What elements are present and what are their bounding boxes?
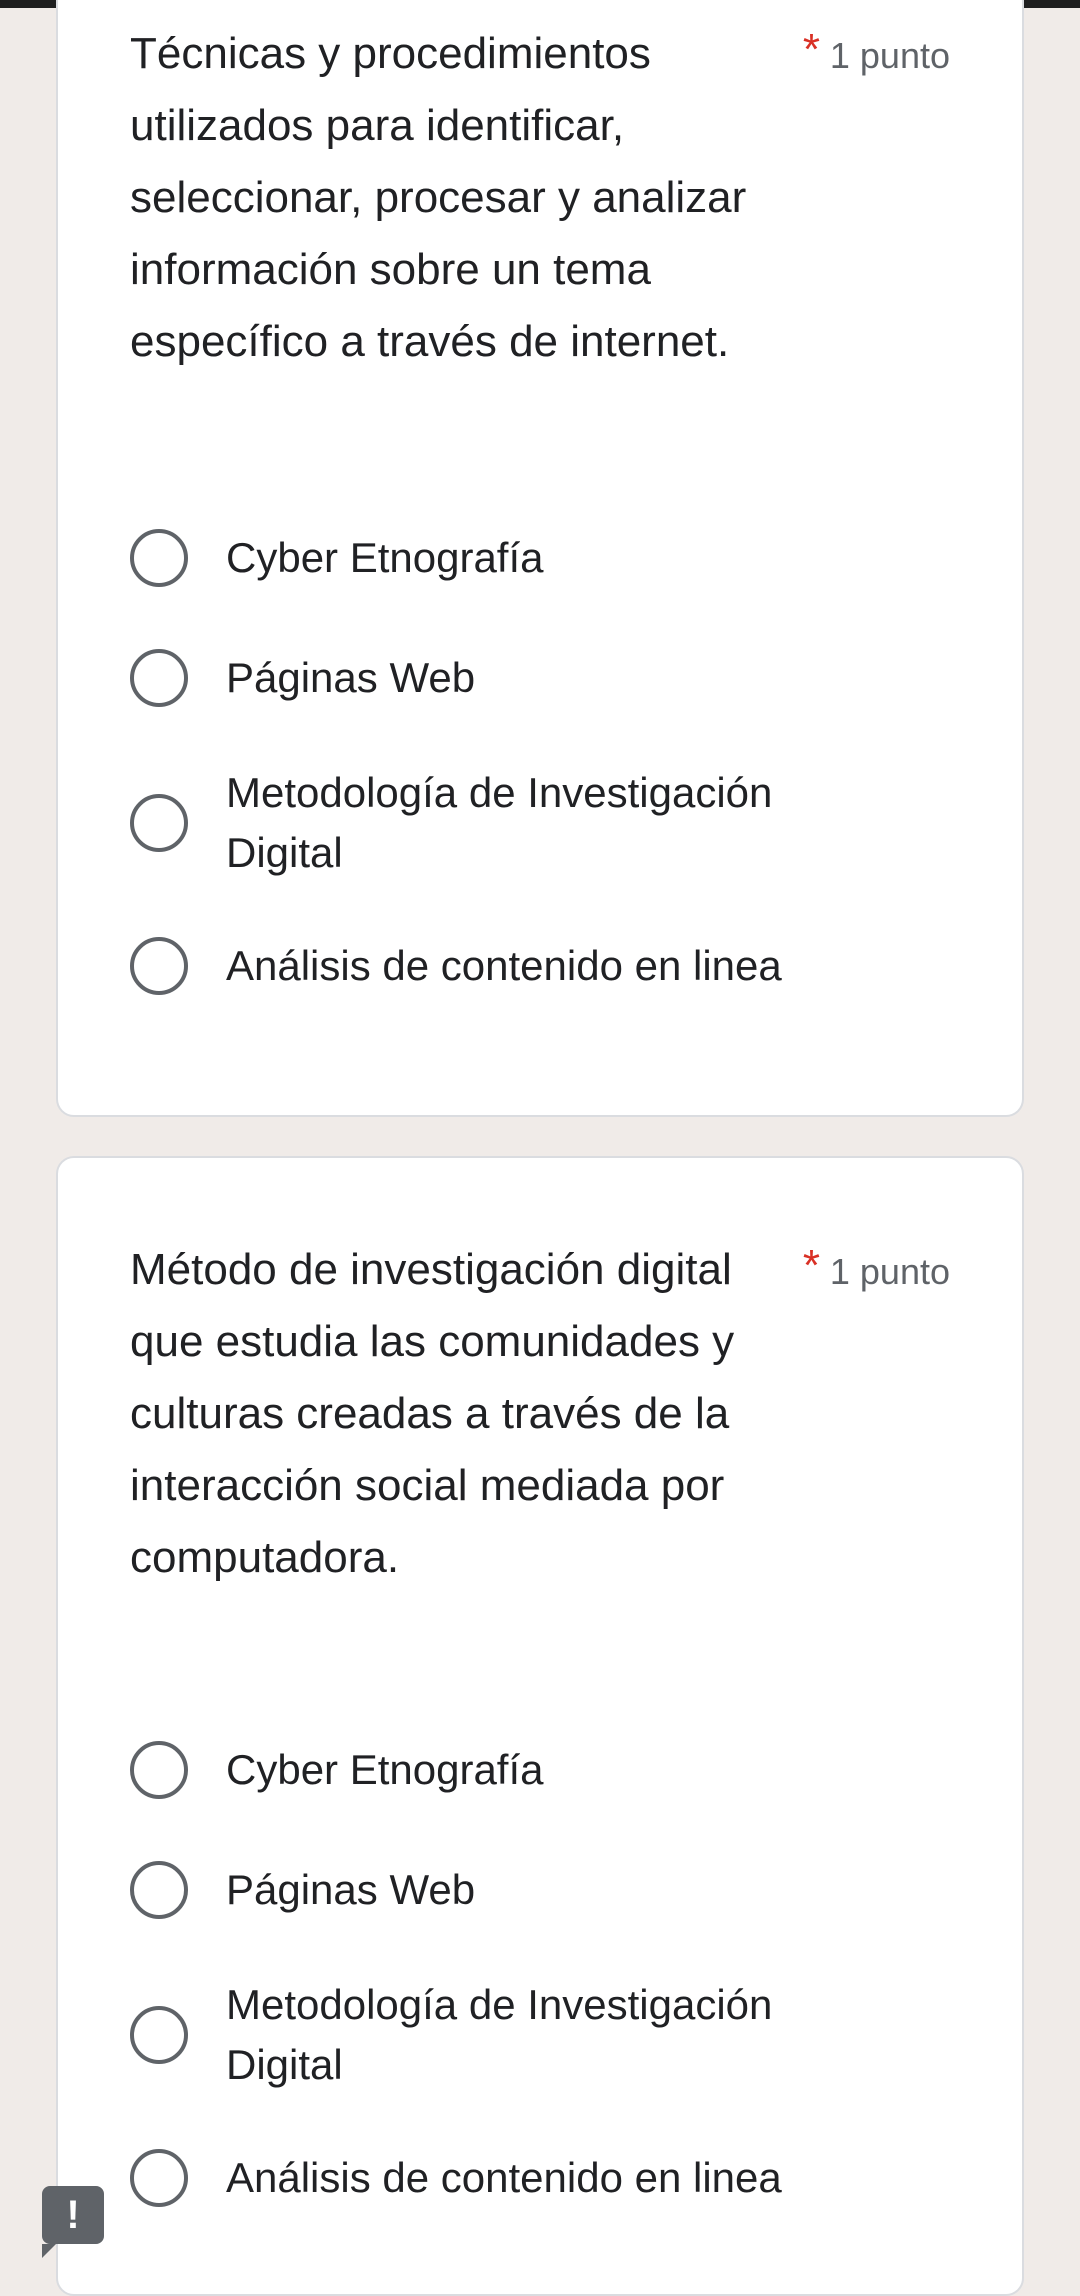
question-title: Técnicas y procedimientos utilizados par… [130,29,747,366]
radio-button[interactable] [130,1741,188,1799]
question-card: Técnicas y procedimientos utilizados par… [56,0,1024,1117]
radio-option[interactable]: Cyber Etnografía [130,1730,950,1810]
radio-option[interactable]: Metodología de Investigación Digital [130,1970,950,2100]
radio-option[interactable]: Páginas Web [130,638,950,718]
radio-button[interactable] [130,2006,188,2064]
radio-button[interactable] [130,2149,188,2207]
radio-option[interactable]: Análisis de contenido en linea [130,926,950,1006]
option-label: Análisis de contenido en linea [226,942,782,989]
question-points: 1 punto [829,35,950,76]
radio-button[interactable] [130,794,188,852]
radio-option[interactable]: Metodología de Investigación Digital [130,758,950,888]
radio-option[interactable]: Análisis de contenido en linea [130,2138,950,2218]
option-label: Cyber Etnografía [226,534,544,581]
option-label: Metodología de Investigación Digital [226,1981,773,2088]
radio-button[interactable] [130,649,188,707]
report-problem-button[interactable]: ! [42,2186,104,2258]
option-label: Páginas Web [226,654,476,701]
question-points: 1 punto [829,1251,950,1292]
required-asterisk: * [802,1241,820,1290]
question-header: Técnicas y procedimientos utilizados par… [130,18,950,458]
question-card: Método de investigación digital que estu… [56,1156,1024,2296]
option-label: Metodología de Investigación Digital [226,769,773,876]
radio-option[interactable]: Páginas Web [130,1850,950,1930]
question-title: Método de investigación digital que estu… [130,1245,735,1582]
required-asterisk: * [802,25,820,74]
option-label: Páginas Web [226,1866,476,1913]
radio-button[interactable] [130,1861,188,1919]
radio-option[interactable]: Cyber Etnografía [130,518,950,598]
question-header: Método de investigación digital que estu… [130,1234,950,1674]
radio-button[interactable] [130,529,188,587]
radio-button[interactable] [130,937,188,995]
option-label: Cyber Etnografía [226,1746,544,1793]
option-label: Análisis de contenido en linea [226,2154,782,2201]
